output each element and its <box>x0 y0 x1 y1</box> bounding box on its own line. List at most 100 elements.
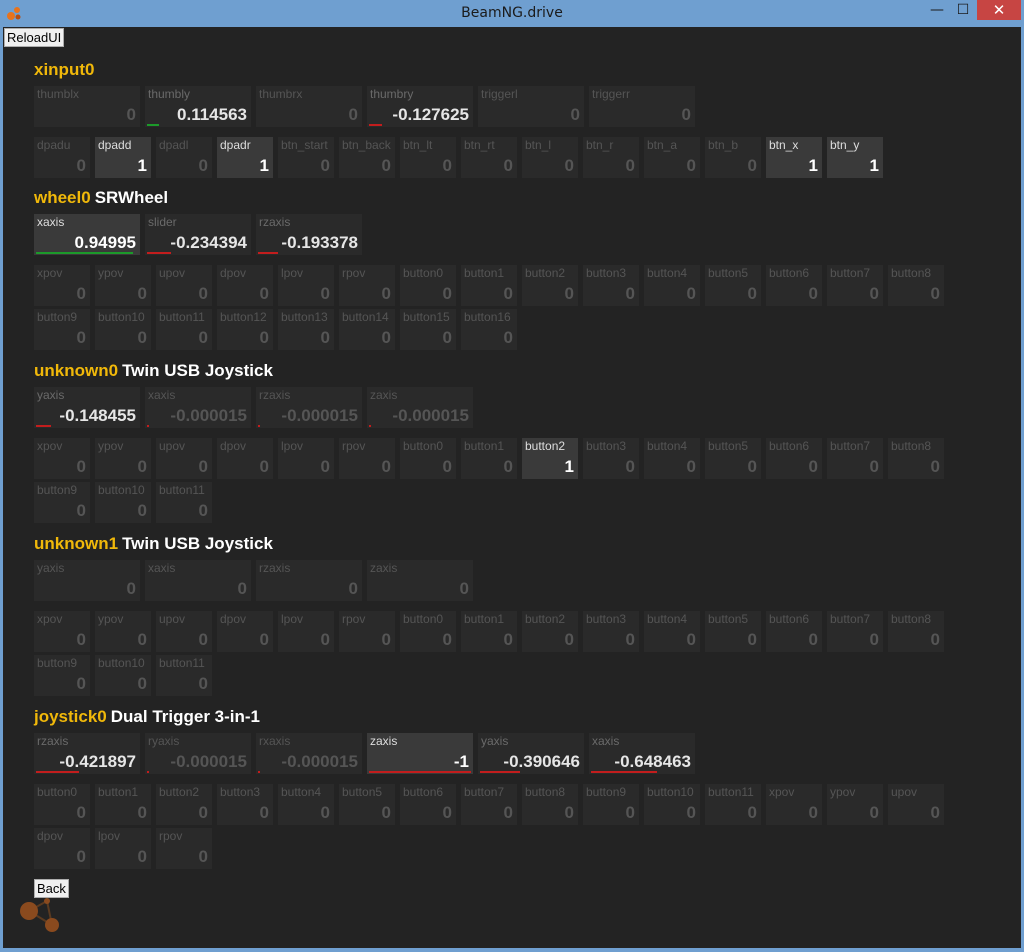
cell-value: 0 <box>381 156 391 175</box>
cell-value: 0 <box>320 328 330 347</box>
maximize-button[interactable]: ☐ <box>951 0 975 20</box>
axis-level-bar <box>369 124 382 126</box>
cell-value: -0.000015 <box>170 752 247 771</box>
axis-cell-xaxis: xaxis -0.000015 <box>145 387 251 428</box>
axis-level-bar <box>258 771 260 773</box>
button-cell-button1: button1 0 <box>461 265 517 306</box>
cell-label: button8 <box>891 266 932 280</box>
cell-label: button3 <box>220 785 261 799</box>
cell-label: button3 <box>586 439 627 453</box>
cell-label: xpov <box>37 439 63 453</box>
cell-value: 0 <box>76 674 86 693</box>
cell-label: upov <box>891 785 918 799</box>
button-cell-btn_lt: btn_lt 0 <box>400 137 456 178</box>
cell-value: 0 <box>442 803 452 822</box>
cell-value: 0 <box>930 457 940 476</box>
cell-value: -0.000015 <box>281 406 358 425</box>
close-button[interactable]: ✕ <box>977 0 1021 20</box>
button-cell-button7: button7 0 <box>827 438 883 479</box>
cell-label: lpov <box>281 612 304 626</box>
cell-label: button0 <box>403 612 444 626</box>
cell-value: -0.648463 <box>614 752 691 771</box>
cell-value: 0 <box>442 457 452 476</box>
device-name: Dual Trigger 3-in-1 <box>110 707 261 726</box>
cell-label: dpov <box>220 612 247 626</box>
button-cell-button10: button10 0 <box>95 655 151 696</box>
axis-level-bar <box>147 771 149 773</box>
button-cell-btn_start: btn_start 0 <box>278 137 334 178</box>
button-cell-button8: button8 0 <box>522 784 578 825</box>
cell-label: button3 <box>586 612 627 626</box>
cell-label: xaxis <box>148 388 176 402</box>
button-cell-button1: button1 0 <box>461 438 517 479</box>
button-cell-btn_y: btn_y 1 <box>827 137 883 178</box>
cell-label: button0 <box>37 785 78 799</box>
cell-label: button7 <box>830 266 871 280</box>
cell-value: 0 <box>198 501 208 520</box>
button-cell-button0: button0 0 <box>400 438 456 479</box>
cell-value: 0 <box>686 630 696 649</box>
minimize-button[interactable]: — <box>925 0 949 20</box>
cell-label: button4 <box>281 785 322 799</box>
button-cell-xpov: xpov 0 <box>766 784 822 825</box>
cell-label: btn_a <box>647 138 678 152</box>
cell-label: xaxis <box>148 561 176 575</box>
cell-label: button4 <box>647 266 688 280</box>
cell-label: button9 <box>586 785 627 799</box>
cell-label: button1 <box>464 266 505 280</box>
cell-label: button9 <box>37 656 78 670</box>
beamng-logo <box>20 898 59 932</box>
cell-label: xpov <box>37 612 63 626</box>
cell-label: xaxis <box>592 734 620 748</box>
button-cell-button6: button6 0 <box>400 784 456 825</box>
cell-value: 0 <box>930 803 940 822</box>
button-cell-button10: button10 0 <box>95 482 151 523</box>
cell-value: 0 <box>459 579 469 598</box>
cell-value: 0 <box>808 630 818 649</box>
cell-label: thumbly <box>148 87 191 101</box>
button-cell-ypov: ypov 0 <box>95 265 151 306</box>
cell-label: btn_r <box>586 138 614 152</box>
cell-label: button5 <box>708 612 749 626</box>
button-cell-button4: button4 0 <box>644 438 700 479</box>
reload-ui-button[interactable]: ReloadUI <box>4 28 65 47</box>
cell-value: 0 <box>126 579 136 598</box>
cell-label: button6 <box>769 266 810 280</box>
cell-value: 0 <box>137 803 147 822</box>
axis-level-bar <box>369 771 471 773</box>
cell-value: 0.114563 <box>177 105 247 124</box>
cell-value: 0 <box>320 803 330 822</box>
cell-label: button7 <box>830 439 871 453</box>
button-cell-btn_x: btn_x 1 <box>766 137 822 178</box>
cell-label: button2 <box>525 266 566 280</box>
cell-label: xaxis <box>37 215 65 229</box>
cell-label: thumblx <box>37 87 80 101</box>
device-id: unknown1 <box>34 534 119 553</box>
cell-label: button7 <box>830 612 871 626</box>
button-cell-button10: button10 0 <box>644 784 700 825</box>
back-button[interactable]: Back <box>34 879 69 898</box>
cell-value: 1 <box>869 156 879 175</box>
cell-label: button8 <box>891 439 932 453</box>
cell-value: 0 <box>381 630 391 649</box>
cell-label: button14 <box>342 310 389 324</box>
cell-value: 0 <box>503 457 513 476</box>
axis-cell-rzaxis: rzaxis -0.000015 <box>256 387 362 428</box>
button-cell-button2: button2 1 <box>522 438 578 479</box>
cell-label: button7 <box>464 785 505 799</box>
cell-value: 0 <box>76 630 86 649</box>
cell-value: 0 <box>442 156 452 175</box>
button-cell-upov: upov 0 <box>156 438 212 479</box>
axis-cell-triggerr: triggerr 0 <box>589 86 695 127</box>
button-cell-button3: button3 0 <box>583 611 639 652</box>
cell-value: 0 <box>137 501 147 520</box>
axis-cell-yaxis: yaxis 0 <box>34 560 140 601</box>
button-cell-lpov: lpov 0 <box>95 828 151 869</box>
button-cell-ypov: ypov 0 <box>95 611 151 652</box>
cell-value: 0 <box>259 630 269 649</box>
cell-label: button9 <box>37 483 78 497</box>
cell-value: -0.000015 <box>170 406 247 425</box>
button-cell-button5: button5 0 <box>705 265 761 306</box>
cell-label: rzaxis <box>37 734 69 748</box>
device-name: Twin USB Joystick <box>122 534 273 553</box>
